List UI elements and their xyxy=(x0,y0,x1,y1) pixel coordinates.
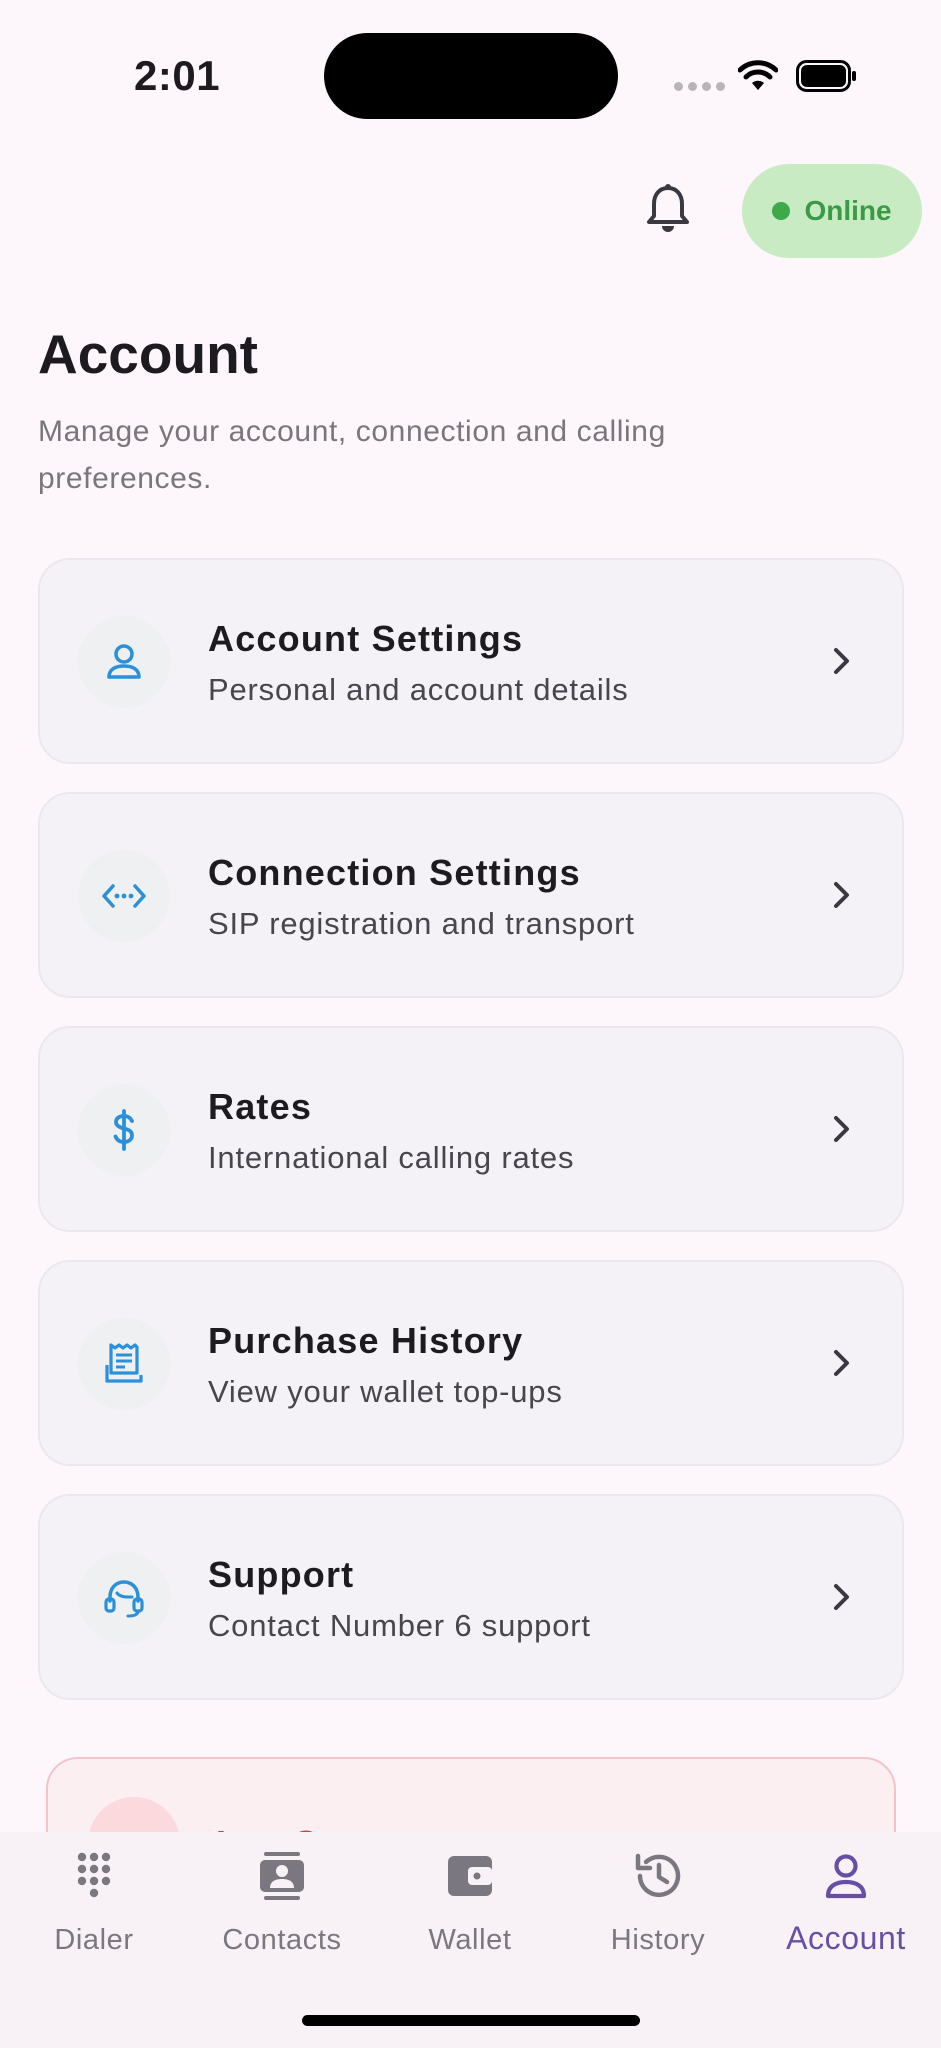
nav-label: Dialer xyxy=(54,1924,134,1956)
chevron-right-icon xyxy=(834,1584,849,1610)
account-icon xyxy=(825,1854,867,1899)
nav-label: Contacts xyxy=(222,1924,342,1956)
history-icon xyxy=(635,1853,681,1898)
dollar-icon xyxy=(113,1109,134,1151)
card-title: Rates xyxy=(208,1086,313,1127)
online-dot xyxy=(772,202,791,220)
card-title: Connection Settings xyxy=(208,852,581,893)
receipt-icon xyxy=(105,1343,143,1383)
wifi-icon xyxy=(738,60,778,90)
page-title: Account xyxy=(38,323,258,385)
account-settings-card[interactable]: Account Settings Personal and account de… xyxy=(38,558,904,764)
card-subtitle: SIP registration and transport xyxy=(208,906,635,941)
code-arrows-icon xyxy=(102,884,146,908)
chevron-right-icon xyxy=(834,882,849,908)
online-status-badge[interactable]: Online xyxy=(742,164,922,258)
purchase-history-card[interactable]: Purchase History View your wallet top-up… xyxy=(38,1260,904,1466)
card-subtitle: Personal and account details xyxy=(208,672,629,707)
nav-label: Account xyxy=(786,1920,906,1956)
online-status-label: Online xyxy=(804,195,892,226)
page-subtitle: Manage your account, connection and call… xyxy=(38,415,666,495)
nav-item-wallet[interactable]: Wallet xyxy=(376,1850,564,1970)
dialpad-icon xyxy=(77,1852,111,1898)
contacts-icon xyxy=(260,1852,304,1900)
card-subtitle: International calling rates xyxy=(208,1140,575,1175)
card-title: Account Settings xyxy=(208,618,524,659)
rates-card[interactable]: Rates International calling rates xyxy=(38,1026,904,1232)
card-title: Purchase History xyxy=(208,1320,524,1361)
nav-item-account[interactable]: Account xyxy=(752,1850,940,1970)
dynamic-island xyxy=(324,33,618,119)
battery-icon xyxy=(796,60,856,92)
card-icon-container xyxy=(78,616,170,708)
card-icon-container xyxy=(78,1552,170,1644)
connection-settings-card[interactable]: Connection Settings SIP registration and… xyxy=(38,792,904,998)
card-subtitle: Contact Number 6 support xyxy=(208,1608,591,1643)
card-icon-container xyxy=(78,1084,170,1176)
nav-item-contacts[interactable]: Contacts xyxy=(188,1850,376,1970)
chevron-right-icon xyxy=(834,1116,849,1142)
nav-item-history[interactable]: History xyxy=(564,1850,752,1970)
card-icon-container xyxy=(78,1318,170,1410)
cellular-signal-icon xyxy=(674,82,725,91)
card-title: Support xyxy=(208,1554,355,1595)
card-subtitle: View your wallet top-ups xyxy=(208,1374,563,1409)
support-card[interactable]: Support Contact Number 6 support xyxy=(38,1494,904,1700)
person-icon xyxy=(107,644,141,679)
status-time: 2:01 xyxy=(134,52,221,99)
headset-icon xyxy=(104,1580,144,1618)
notifications-bell-icon[interactable] xyxy=(644,184,692,236)
account-screen: 2:01 Online Account Manage your account,… xyxy=(0,0,941,2048)
nav-item-dialer[interactable]: Dialer xyxy=(0,1850,188,1970)
nav-label: Wallet xyxy=(428,1924,512,1956)
chevron-right-icon xyxy=(834,648,849,674)
home-indicator xyxy=(302,2015,640,2026)
wallet-icon xyxy=(448,1856,492,1896)
chevron-right-icon xyxy=(834,1350,849,1376)
card-icon-container xyxy=(78,850,170,942)
nav-label: History xyxy=(610,1924,706,1956)
